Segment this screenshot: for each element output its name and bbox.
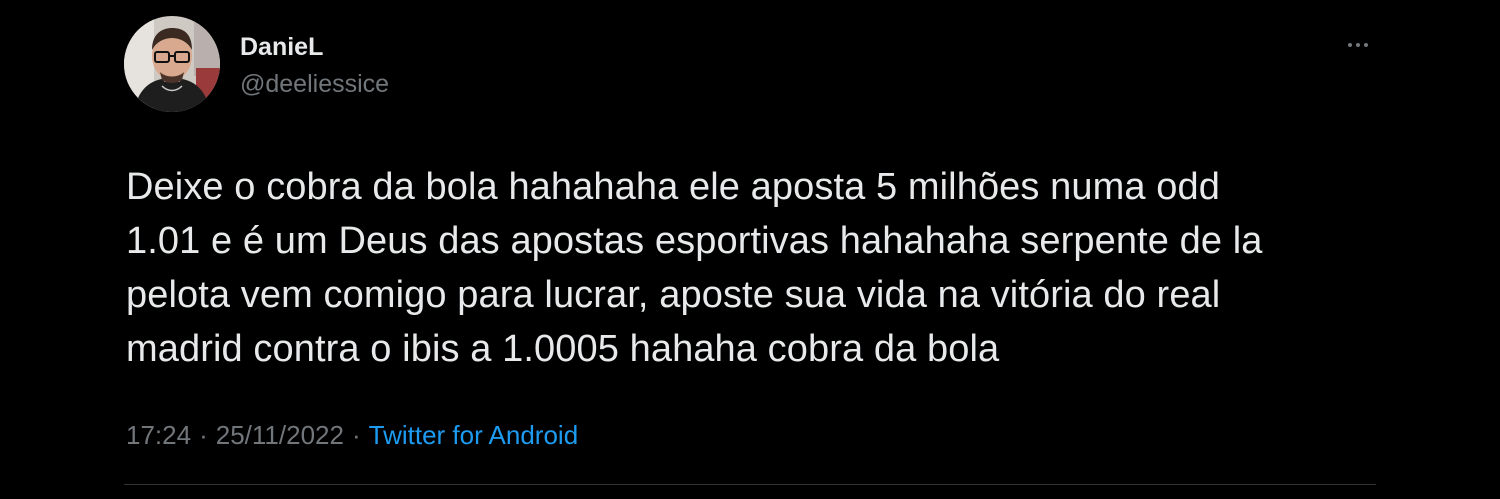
tweet-text-line: pelota vem comigo para lucrar, aposte su… <box>126 274 1221 316</box>
tweet-text-line: madrid contra o ibis a 1.0005 hahaha cob… <box>126 328 1000 370</box>
more-options-button[interactable] <box>1338 30 1378 60</box>
more-horizontal-icon <box>1356 43 1360 47</box>
tweet-card: DanieL @deeliessice Deixe o cobra da bol… <box>0 0 1500 499</box>
more-horizontal-icon <box>1364 43 1368 47</box>
tweet-source-link[interactable]: Twitter for Android <box>369 420 579 450</box>
separator: · <box>351 420 361 450</box>
tweet-text-line: 1.01 e é um Deus das apostas esportivas … <box>126 220 1263 262</box>
author-display-name[interactable]: DanieL <box>240 32 323 62</box>
separator: · <box>199 420 208 450</box>
avatar[interactable] <box>124 16 220 112</box>
divider <box>124 484 1376 485</box>
tweet-text-line: Deixe o cobra da bola hahahaha ele apost… <box>126 166 1220 208</box>
tweet-metadata: 17:24 · 25/11/2022 · Twitter for Android <box>126 418 578 452</box>
more-horizontal-icon <box>1348 43 1352 47</box>
tweet-date[interactable]: 25/11/2022 <box>216 420 344 450</box>
author-handle[interactable]: @deeliessice <box>240 69 389 99</box>
tweet-time[interactable]: 17:24 <box>126 420 191 450</box>
tweet-text: Deixe o cobra da bola hahahaha ele apost… <box>126 160 1386 376</box>
